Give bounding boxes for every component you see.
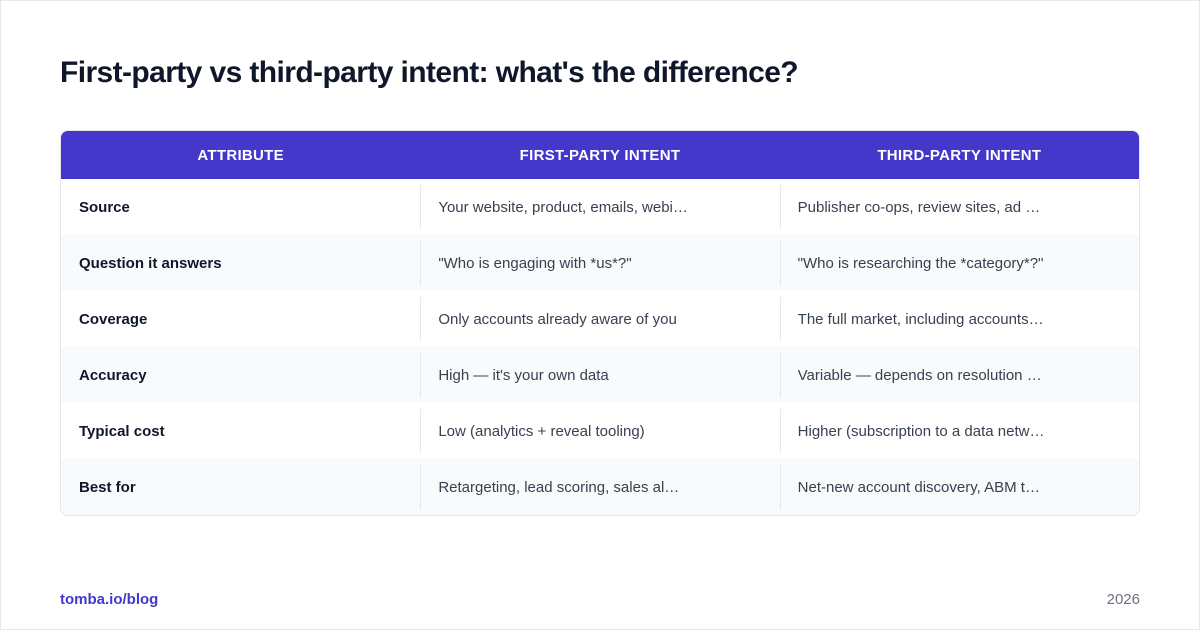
year-label: 2026: [1106, 591, 1140, 608]
table-row: Question it answers "Who is engaging wit…: [61, 235, 1139, 291]
third-party-cell: "Who is researching the *category*?": [779, 235, 1139, 291]
first-party-value: Only accounts already aware of you: [438, 310, 677, 328]
third-party-value: The full market, including accounts…: [797, 310, 1044, 328]
table-header: ATTRIBUTE FIRST-PARTY INTENT THIRD-PARTY…: [61, 131, 1139, 179]
first-party-cell: "Who is engaging with *us*?": [420, 235, 779, 291]
first-party-cell: Low (analytics + reveal tooling): [420, 403, 779, 459]
table-row: Best for Retargeting, lead scoring, sale…: [61, 459, 1139, 515]
third-party-value: Variable — depends on resolution qu…: [797, 366, 1048, 384]
third-party-value: "Who is researching the *category*?": [797, 254, 1044, 272]
table-row: Source Your website, product, emails, we…: [61, 179, 1139, 235]
first-party-value: High — it's your own data: [438, 366, 609, 384]
attribute-cell: Question it answers: [61, 235, 420, 291]
third-party-cell: Higher (subscription to a data netw…: [779, 403, 1139, 459]
attribute-label: Best for: [79, 478, 136, 496]
table-row: Accuracy High — it's your own data Varia…: [61, 347, 1139, 403]
attribute-label: Accuracy: [79, 366, 147, 384]
table-row: Typical cost Low (analytics + reveal too…: [61, 403, 1139, 459]
table-body: Source Your website, product, emails, we…: [61, 179, 1139, 515]
header-first-party: FIRST-PARTY INTENT: [519, 146, 681, 164]
third-party-value: Publisher co-ops, review sites, ad …: [797, 198, 1041, 216]
attribute-label: Typical cost: [79, 422, 165, 440]
attribute-cell: Source: [61, 179, 420, 235]
attribute-label: Coverage: [79, 310, 148, 328]
attribute-cell: Accuracy: [61, 347, 420, 403]
first-party-cell: High — it's your own data: [420, 347, 779, 403]
third-party-value: Higher (subscription to a data netw…: [797, 422, 1045, 440]
header-attribute: ATTRIBUTE: [197, 146, 284, 164]
first-party-value: Your website, product, emails, webi…: [438, 198, 688, 216]
third-party-cell: Net-new account discovery, ABM targ…: [779, 459, 1139, 515]
first-party-cell: Retargeting, lead scoring, sales al…: [420, 459, 779, 515]
third-party-value: Net-new account discovery, ABM targ…: [797, 478, 1048, 496]
table-row: Coverage Only accounts already aware of …: [61, 291, 1139, 347]
third-party-cell: The full market, including accounts…: [779, 291, 1139, 347]
blog-link[interactable]: tomba.io/blog: [60, 591, 158, 608]
attribute-label: Source: [79, 198, 130, 216]
first-party-value: Retargeting, lead scoring, sales al…: [438, 478, 680, 496]
comparison-table: ATTRIBUTE FIRST-PARTY INTENT THIRD-PARTY…: [60, 130, 1140, 516]
first-party-value: "Who is engaging with *us*?": [438, 254, 632, 272]
attribute-cell: Typical cost: [61, 403, 420, 459]
attribute-label: Question it answers: [79, 254, 222, 272]
third-party-cell: Variable — depends on resolution qu…: [779, 347, 1139, 403]
first-party-cell: Your website, product, emails, webi…: [420, 179, 779, 235]
attribute-cell: Coverage: [61, 291, 420, 347]
first-party-value: Low (analytics + reveal tooling): [438, 422, 645, 440]
third-party-cell: Publisher co-ops, review sites, ad …: [779, 179, 1139, 235]
page-title: First-party vs third-party intent: what'…: [60, 56, 799, 89]
header-third-party: THIRD-PARTY INTENT: [877, 146, 1042, 164]
attribute-cell: Best for: [61, 459, 420, 515]
first-party-cell: Only accounts already aware of you: [420, 291, 779, 347]
